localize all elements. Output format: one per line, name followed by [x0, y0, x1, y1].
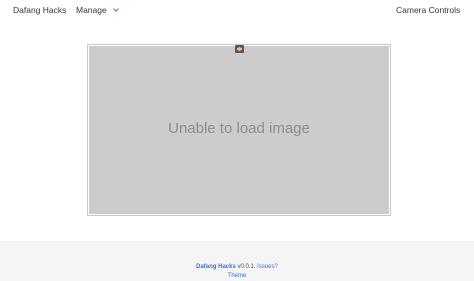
brand-link[interactable]: Dafang Hacks [13, 5, 66, 15]
camera-controls-link[interactable]: Camera Controls [396, 5, 460, 15]
footer-project-link[interactable]: Dafang Hacks [196, 264, 236, 270]
footer-theme: Theme [0, 273, 474, 279]
camera-image-frame: Unable to load image [87, 44, 391, 216]
footer-credits: Dafang Hacks v0.0.1. Issues? [0, 264, 474, 270]
camera-image-placeholder[interactable]: Unable to load image [89, 46, 389, 214]
footer-issues-link[interactable]: Issues? [257, 264, 278, 270]
footer: Dafang Hacks v0.0.1. Issues? Theme [0, 241, 474, 281]
manage-label: Manage [76, 5, 107, 15]
footer-version: v0.0.1. [235, 264, 256, 270]
chevron-down-icon [112, 6, 119, 12]
manage-dropdown[interactable]: Manage [76, 5, 119, 15]
navbar: Dafang Hacks Manage Camera Controls [0, 0, 474, 20]
settings-badge-icon[interactable] [235, 45, 244, 53]
image-error-text: Unable to load image [168, 119, 310, 137]
footer-theme-link[interactable]: Theme [228, 273, 247, 279]
